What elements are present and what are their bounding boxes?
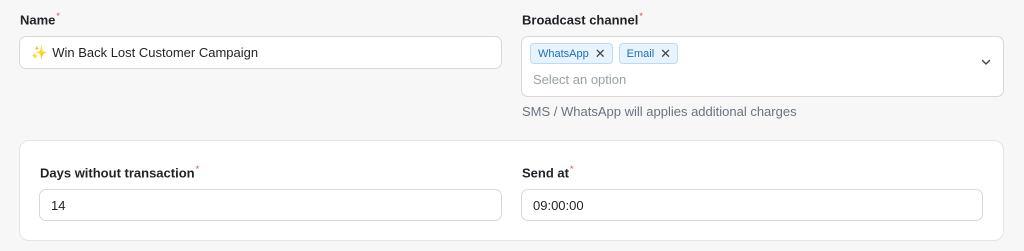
charges-hint: SMS / WhatsApp will applies additional c… xyxy=(522,104,797,119)
days-without-transaction-input[interactable]: 14 xyxy=(39,189,502,221)
required-mark: * xyxy=(569,164,574,174)
required-mark: * xyxy=(195,164,200,174)
sparkles-icon: ✨ xyxy=(31,44,48,60)
name-label: Name* xyxy=(20,11,60,28)
broadcast-channel-label: Broadcast channel* xyxy=(522,11,643,28)
send-at-input[interactable]: 09:00:00 xyxy=(521,189,983,221)
remove-email-icon[interactable]: ✕ xyxy=(660,47,671,60)
name-input[interactable]: ✨ Win Back Lost Customer Campaign xyxy=(19,36,502,69)
selected-channels: WhatsApp ✕ Email ✕ xyxy=(530,43,679,64)
days-value: 14 xyxy=(51,197,66,213)
select-placeholder[interactable]: Select an option xyxy=(533,72,626,87)
chip-whatsapp: WhatsApp ✕ xyxy=(530,43,613,64)
broadcast-channel-select[interactable]: WhatsApp ✕ Email ✕ Select an option xyxy=(521,36,1004,97)
send-at-value: 09:00:00 xyxy=(533,197,584,213)
chevron-down-icon[interactable] xyxy=(981,57,991,67)
required-mark: * xyxy=(639,11,643,21)
remove-whatsapp-icon[interactable]: ✕ xyxy=(595,47,606,60)
required-mark: * xyxy=(56,11,60,21)
name-value: Win Back Lost Customer Campaign xyxy=(52,45,259,60)
chip-email: Email ✕ xyxy=(618,43,679,64)
days-without-transaction-label: Days without transaction* xyxy=(40,164,200,181)
campaign-form: Name* ✨ Win Back Lost Customer Campaign … xyxy=(0,0,1024,251)
send-at-label: Send at* xyxy=(522,164,574,181)
